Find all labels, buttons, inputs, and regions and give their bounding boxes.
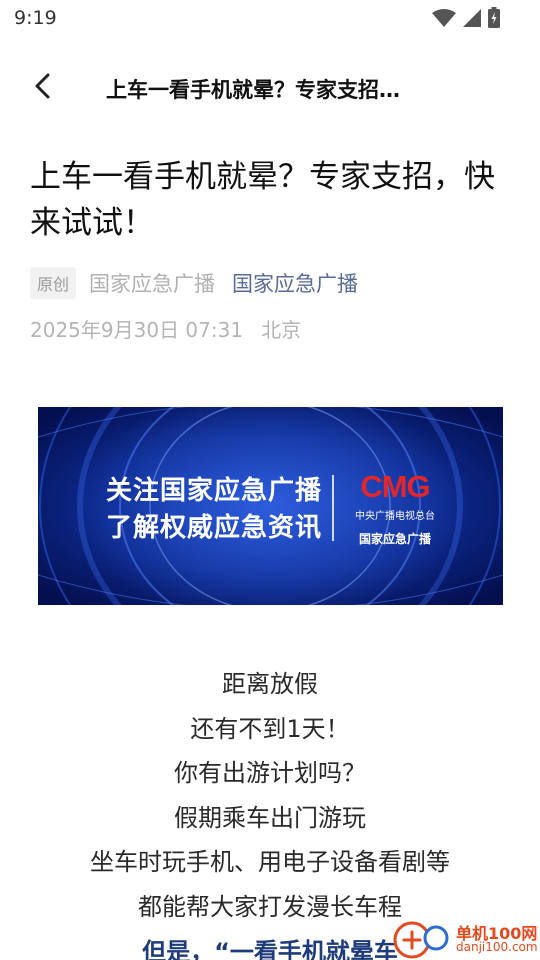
wifi-icon — [432, 8, 456, 28]
cmg-logo: CMG 中央广播电视总台 国家应急广播 — [350, 471, 440, 547]
nav-bar: 上车一看手机就晕？专家支招… — [0, 60, 540, 116]
cmg-logo-text: CMG — [360, 469, 430, 504]
body-line: 距离放假 — [222, 670, 318, 698]
banner-image: 关注国家应急广播 了解权威应急资讯 CMG 中央广播电视总台 国家应急广播 — [38, 407, 503, 605]
body-line: 还有不到1天！ — [190, 714, 350, 743]
article-meta: 原创 国家应急广播 国家应急广播 — [30, 266, 358, 300]
publish-info: 2025年9月30日 07:31 北京 — [30, 314, 301, 343]
cmg-logo-subtitle: 中央广播电视总台 — [355, 511, 435, 522]
original-badge: 原创 — [30, 267, 77, 299]
battery-icon — [488, 7, 500, 28]
cell-signal-icon — [462, 8, 482, 28]
body-line: 假期乘车出门游玩 — [174, 803, 366, 832]
site-watermark: 单机100网 danji100.com — [392, 918, 540, 960]
watermark-url: danji100.com — [456, 940, 538, 954]
banner-divider — [332, 475, 334, 541]
article-body: 距离放假 还有不到1天！ 你有出游计划吗？ 假期乘车出门游玩 坐车时玩手机、用电… — [0, 662, 540, 960]
banner-brand: 国家应急广播 — [358, 532, 431, 546]
status-bar: 9:19 — [0, 0, 540, 36]
article-title: 上车一看手机就晕？专家支招，快来试试！ — [30, 159, 495, 241]
status-icons — [432, 7, 500, 28]
account-link[interactable]: 国家应急广播 — [232, 268, 358, 298]
nav-title: 上车一看手机就晕？专家支招… — [106, 78, 400, 102]
banner-line-2: 了解权威应急资讯 — [106, 513, 323, 543]
back-button[interactable] — [22, 68, 62, 108]
banner-line-1: 关注国家应急广播 — [106, 476, 323, 506]
status-time: 9:19 — [14, 7, 57, 29]
watermark-logo-icon — [393, 921, 449, 959]
body-line: 坐车时玩手机、用电子设备看剧等 — [90, 848, 450, 877]
body-line: 你有出游计划吗？ — [174, 759, 366, 788]
banner-slogan: 关注国家应急广播 了解权威应急资讯 — [106, 473, 322, 547]
chevron-left-icon — [34, 73, 50, 103]
article-source: 国家应急广播 — [89, 272, 216, 296]
publish-location: 北京 — [261, 318, 302, 342]
publish-date: 2025年9月30日 07:31 — [30, 318, 244, 342]
